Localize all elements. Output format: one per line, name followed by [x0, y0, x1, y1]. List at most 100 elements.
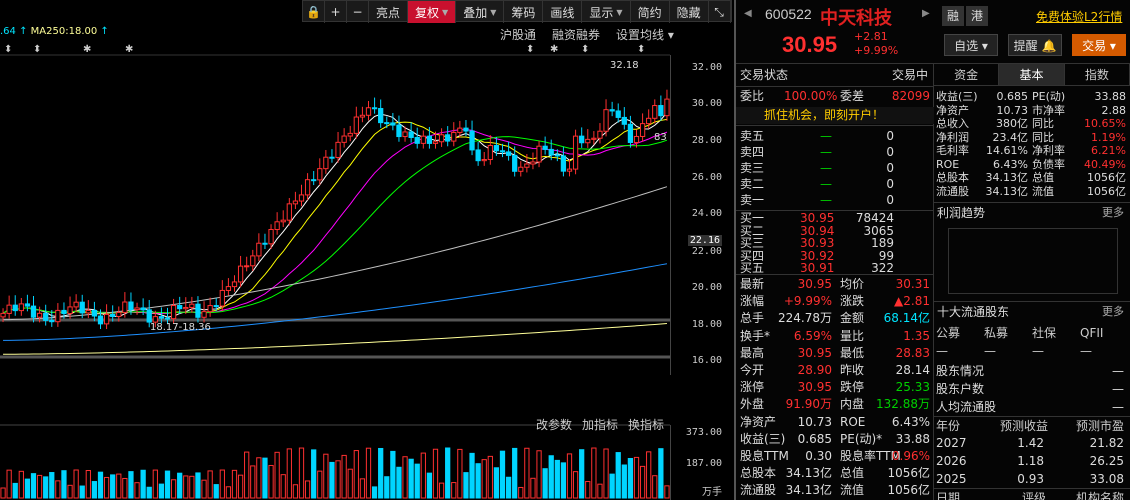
tab-basic[interactable]: 基本 [999, 64, 1065, 85]
candle-body [164, 317, 171, 320]
fund-label: 同比 [1032, 130, 1054, 144]
fundamental-row: ROE 6.43% 负债率 40.49% [936, 158, 1130, 171]
stat-value: 6.43% [891, 414, 930, 429]
volume-bar [116, 473, 122, 499]
alert-button[interactable]: 提醒 🔔 [1008, 34, 1062, 56]
y-tick: 28.00 [691, 135, 722, 146]
ask-row[interactable]: 卖四 — 0 [736, 144, 934, 161]
profit-more-link[interactable]: 更多 [1102, 203, 1124, 223]
add-watchlist-button[interactable]: 自选 ▾ [944, 34, 998, 56]
volume-bar [134, 482, 140, 499]
holder-info-label: 股东户数 [936, 382, 985, 396]
forecast-year: 2026 [936, 454, 967, 468]
order-ratio-value: 100.00% [784, 89, 838, 103]
bid-row[interactable]: 买二 30.94 3065 [736, 224, 934, 238]
stat-label: 最高 [740, 345, 765, 360]
toolbar-hide-button[interactable]: 隐藏 [670, 1, 709, 23]
candle-body [207, 305, 213, 313]
volume-bar [140, 469, 146, 499]
stat-label: 最新 [740, 277, 765, 291]
fundamental-row: 净利润 23.4亿 同比 1.19% [936, 131, 1130, 144]
candle-body [18, 303, 24, 312]
promo-banner[interactable]: 抓住机会，即刻开户！ [736, 107, 934, 124]
stat-value: 34.13亿 [785, 466, 832, 481]
bid-row[interactable]: 买一 30.95 78424 [736, 212, 934, 225]
ask-row[interactable]: 卖一 — 0 [736, 192, 934, 209]
stat-value: 0.685 [797, 431, 832, 446]
fund-label: 净利润 [936, 130, 969, 144]
candle-body [110, 313, 116, 317]
edit-params-link[interactable]: 改参数 [536, 416, 572, 433]
volume-bar [250, 465, 256, 499]
ask-row[interactable]: 卖三 — 0 [736, 160, 934, 177]
holder-col: QFII [1080, 326, 1104, 340]
ask-row[interactable]: 卖二 — 0 [736, 176, 934, 193]
stat-label: 今开 [740, 363, 765, 377]
forecast-row: 2025 0.93 33.08 [934, 470, 1130, 488]
margin-tag[interactable]: 融 [942, 6, 964, 26]
volume-bar [353, 450, 359, 499]
holders-more-link[interactable]: 更多 [1102, 302, 1124, 322]
fund-label: 流值 [1032, 184, 1054, 198]
candle-body [201, 311, 207, 318]
prev-stock-icon[interactable]: ◀ [744, 8, 752, 19]
ask-price: — [820, 161, 832, 175]
candle-body [30, 305, 37, 318]
candle-body [432, 141, 439, 144]
trade-status-row: 交易状态 交易中 [736, 67, 934, 84]
candle-body [225, 286, 232, 291]
stat-value: 33.88 [895, 431, 930, 446]
volume-bar [658, 448, 664, 499]
bid-row[interactable]: 买四 30.92 99 [736, 249, 934, 263]
holder-info-row: 股东户数 — [934, 380, 1130, 398]
ask-row[interactable]: 卖五 — 0 [736, 128, 934, 145]
candle-body [445, 134, 451, 142]
volume-bar [219, 469, 225, 499]
ask-volume: 0 [886, 193, 894, 207]
volume-bar [262, 457, 268, 499]
stat-row: 总手 224.78万 金额 68.14亿 [736, 310, 934, 327]
kline-chart-area[interactable]: 🔒 + − 亮点 复权 ▼ 叠加 ▼ 筹码 画线 显示 ▼ 简约 隐藏 ⤡ .64 ↑… [0, 0, 734, 500]
rating-header: 日期 评级 机构名称 [934, 488, 1130, 500]
volume-bar [542, 468, 548, 499]
current-price: 30.95 [782, 32, 838, 57]
next-stock-icon[interactable]: ▶ [922, 8, 930, 19]
volume-bar [256, 457, 262, 499]
trade-button[interactable]: 交易 ▾ [1072, 34, 1126, 56]
volume-bar [49, 472, 55, 499]
l2-trial-link[interactable]: 免费体验L2行情 [1036, 8, 1122, 25]
ask-volume: 0 [886, 129, 894, 143]
volume-bar [18, 470, 24, 499]
candle-body [146, 309, 152, 323]
tab-index[interactable]: 指数 [1065, 64, 1130, 85]
hk-tag[interactable]: 港 [966, 6, 988, 26]
stat-value: 0.30 [805, 449, 832, 463]
volume-bar [152, 469, 158, 499]
candle-body [505, 151, 512, 156]
bid-row[interactable]: 买三 30.93 189 [736, 237, 934, 250]
volume-bar [73, 469, 79, 499]
change-indicator-link[interactable]: 换指标 [628, 416, 664, 433]
volume-bar [122, 477, 128, 499]
forecast-col: 预测市盈 [1075, 419, 1124, 433]
collapse-icon[interactable]: ⤡ [709, 1, 731, 23]
tab-funds[interactable]: 资金 [934, 64, 1000, 85]
ma-line-slow [3, 263, 668, 341]
candle-body [244, 265, 250, 268]
ma-line-10 [2, 118, 668, 315]
candle-body [390, 122, 396, 126]
holder-val: — [936, 344, 948, 358]
open-account-link[interactable]: 抓住机会，即刻开户！ [764, 107, 884, 124]
profit-trend-header: 利润趋势 更多 [934, 202, 1130, 222]
ask-label: 卖二 [740, 177, 765, 191]
ask-volume: 0 [886, 145, 894, 159]
stat-value: 1.35 [903, 328, 930, 343]
add-indicator-link[interactable]: 加指标 [582, 416, 618, 433]
candle-body [219, 289, 225, 307]
candle-body [12, 304, 18, 312]
candle-body [457, 127, 463, 133]
holder-info-row: 股东情况 — [934, 362, 1130, 380]
forecast-row: 2026 1.18 26.25 [934, 452, 1130, 470]
volume-bar [621, 464, 627, 499]
volume-bar [213, 484, 219, 499]
